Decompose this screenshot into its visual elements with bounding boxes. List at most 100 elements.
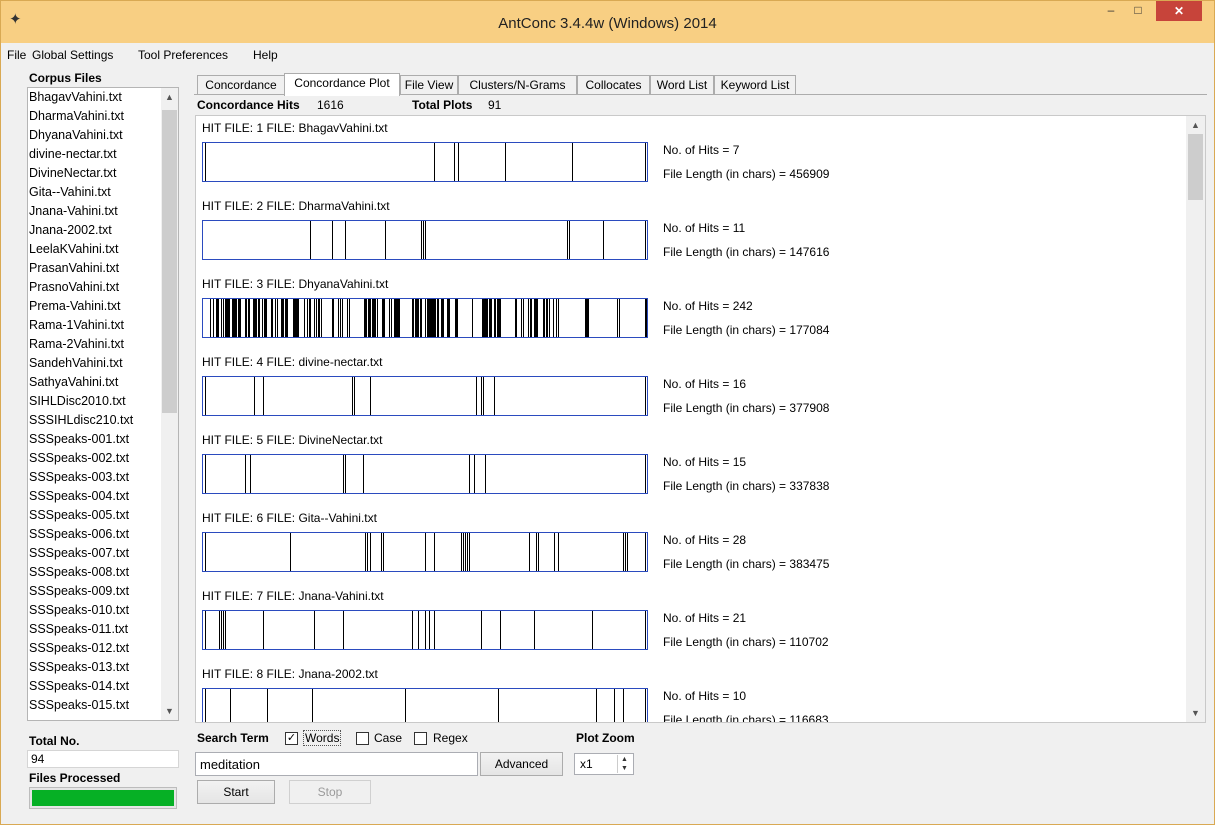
regex-checkbox[interactable] [414, 732, 427, 745]
corpus-file-item[interactable]: SandehVahini.txt [28, 354, 162, 373]
hit-line [240, 299, 241, 337]
corpus-file-item[interactable]: BhagavVahini.txt [28, 88, 162, 107]
tab-concordance[interactable]: Concordance [197, 75, 285, 95]
menu-tool-preferences[interactable]: Tool Preferences [138, 48, 228, 62]
corpus-file-item[interactable]: SSSpeaks-015.txt [28, 696, 162, 715]
plot-zoom-spinner[interactable]: x1 ▲ ▼ [574, 753, 634, 775]
hit-line [394, 299, 395, 337]
hit-plot[interactable] [202, 532, 648, 572]
corpus-file-item[interactable]: Jnana-2002.txt [28, 221, 162, 240]
tab-collocates[interactable]: Collocates [577, 75, 650, 95]
hit-plot[interactable] [202, 688, 648, 722]
hit-line [223, 611, 224, 649]
hit-line [232, 299, 233, 337]
hit-line [476, 377, 477, 415]
corpus-file-item[interactable]: Rama-2Vahini.txt [28, 335, 162, 354]
corpus-file-item[interactable]: DhyanaVahini.txt [28, 126, 162, 145]
hit-line [310, 221, 311, 259]
hit-line [538, 533, 539, 571]
corpus-file-item[interactable]: SSSIHLdisc210.txt [28, 411, 162, 430]
hit-line [375, 299, 376, 337]
tab-keyword-list[interactable]: Keyword List [714, 75, 796, 95]
corpus-file-item[interactable]: SSSpeaks-013.txt [28, 658, 162, 677]
corpus-file-item[interactable]: Rama-1Vahini.txt [28, 316, 162, 335]
hit-line [345, 455, 346, 493]
hit-line [646, 299, 647, 337]
regex-label[interactable]: Regex [433, 731, 468, 745]
menu-help[interactable]: Help [253, 48, 278, 62]
file-length: File Length (in chars) = 377908 [663, 401, 830, 415]
minimize-button[interactable]: – [1098, 1, 1124, 21]
corpus-scrollbar[interactable]: ▲ ▼ [161, 88, 178, 720]
close-button[interactable]: ✕ [1156, 1, 1202, 21]
corpus-files-list[interactable]: BhagavVahini.txt DharmaVahini.txt DhyanaVa… [27, 87, 179, 721]
case-checkbox[interactable] [356, 732, 369, 745]
case-label[interactable]: Case [374, 731, 402, 745]
corpus-file-item[interactable]: SSSpeaks-003.txt [28, 468, 162, 487]
hit-plot[interactable] [202, 298, 648, 338]
hit-line [307, 299, 308, 337]
maximize-button[interactable]: □ [1125, 1, 1151, 21]
corpus-file-item[interactable]: SSSpeaks-012.txt [28, 639, 162, 658]
corpus-file-item[interactable]: SSSpeaks-011.txt [28, 620, 162, 639]
spinner-arrows-icon[interactable]: ▲ ▼ [617, 755, 631, 773]
start-button[interactable]: Start [197, 780, 275, 804]
corpus-scroll-thumb[interactable] [162, 110, 177, 413]
corpus-file-item[interactable]: DivineNectar.txt [28, 164, 162, 183]
corpus-file-item[interactable]: PrasanVahini.txt [28, 259, 162, 278]
hit-line [245, 455, 246, 493]
corpus-file-item[interactable]: SSSpeaks-002.txt [28, 449, 162, 468]
corpus-file-item[interactable]: Prema-Vahini.txt [28, 297, 162, 316]
tab-clusters-ngrams[interactable]: Clusters/N-Grams [458, 75, 577, 95]
corpus-file-item[interactable]: LeelaKVahini.txt [28, 240, 162, 259]
corpus-file-item[interactable]: SSSpeaks-006.txt [28, 525, 162, 544]
plot-scrollbar[interactable]: ▲ ▼ [1186, 116, 1205, 722]
stop-button[interactable]: Stop [289, 780, 371, 804]
corpus-file-item[interactable]: SIHLDisc2010.txt [28, 392, 162, 411]
hit-line [310, 299, 311, 337]
corpus-file-item[interactable]: Gita--Vahini.txt [28, 183, 162, 202]
corpus-file-item[interactable]: SSSpeaks-014.txt [28, 677, 162, 696]
plot-scroll-thumb[interactable] [1188, 134, 1203, 200]
search-input[interactable] [195, 752, 478, 776]
concordance-plot-area[interactable]: HIT FILE: 1 FILE: BhagavVahini.txt No. of… [195, 115, 1206, 723]
hit-plot[interactable] [202, 376, 648, 416]
hit-plot[interactable] [202, 220, 648, 260]
advanced-button[interactable]: Advanced [480, 752, 563, 776]
hit-line [342, 299, 343, 337]
files-processed-label: Files Processed [29, 771, 121, 785]
corpus-file-item[interactable]: SSSpeaks-007.txt [28, 544, 162, 563]
corpus-file-item[interactable]: SSSpeaks-008.txt [28, 563, 162, 582]
corpus-file-item[interactable]: SSSpeaks-009.txt [28, 582, 162, 601]
corpus-file-item[interactable]: SathyaVahini.txt [28, 373, 162, 392]
menu-global-settings[interactable]: Global Settings [32, 48, 113, 62]
scroll-down-icon[interactable]: ▼ [161, 706, 178, 716]
hit-plot[interactable] [202, 610, 648, 650]
hit-plot[interactable] [202, 142, 648, 182]
corpus-file-item[interactable]: DharmaVahini.txt [28, 107, 162, 126]
corpus-file-item[interactable]: divine-nectar.txt [28, 145, 162, 164]
hit-line [255, 299, 256, 337]
hit-line [293, 299, 294, 337]
scroll-up-icon[interactable]: ▲ [1186, 120, 1205, 130]
hit-plot[interactable] [202, 454, 648, 494]
hit-line [481, 377, 482, 415]
tab-file-view[interactable]: File View [400, 75, 458, 95]
corpus-file-item[interactable]: SSSpeaks-010.txt [28, 601, 162, 620]
words-checkbox[interactable]: ✓ [285, 732, 298, 745]
corpus-file-item[interactable]: Jnana-Vahini.txt [28, 202, 162, 221]
hit-line [365, 299, 366, 337]
scroll-up-icon[interactable]: ▲ [161, 92, 178, 102]
hits-count: No. of Hits = 11 [663, 221, 746, 235]
scroll-down-icon[interactable]: ▼ [1186, 708, 1205, 718]
corpus-file-item[interactable]: PrasnoVahini.txt [28, 278, 162, 297]
words-label[interactable]: Words [303, 730, 342, 746]
files-processed-progress [29, 787, 177, 809]
corpus-file-item[interactable]: SSSpeaks-005.txt [28, 506, 162, 525]
hit-line [370, 377, 371, 415]
corpus-file-item[interactable]: SSSpeaks-001.txt [28, 430, 162, 449]
tab-word-list[interactable]: Word List [650, 75, 714, 95]
tab-concordance-plot[interactable]: Concordance Plot [284, 73, 400, 96]
menu-file[interactable]: File [7, 48, 26, 62]
corpus-file-item[interactable]: SSSpeaks-004.txt [28, 487, 162, 506]
